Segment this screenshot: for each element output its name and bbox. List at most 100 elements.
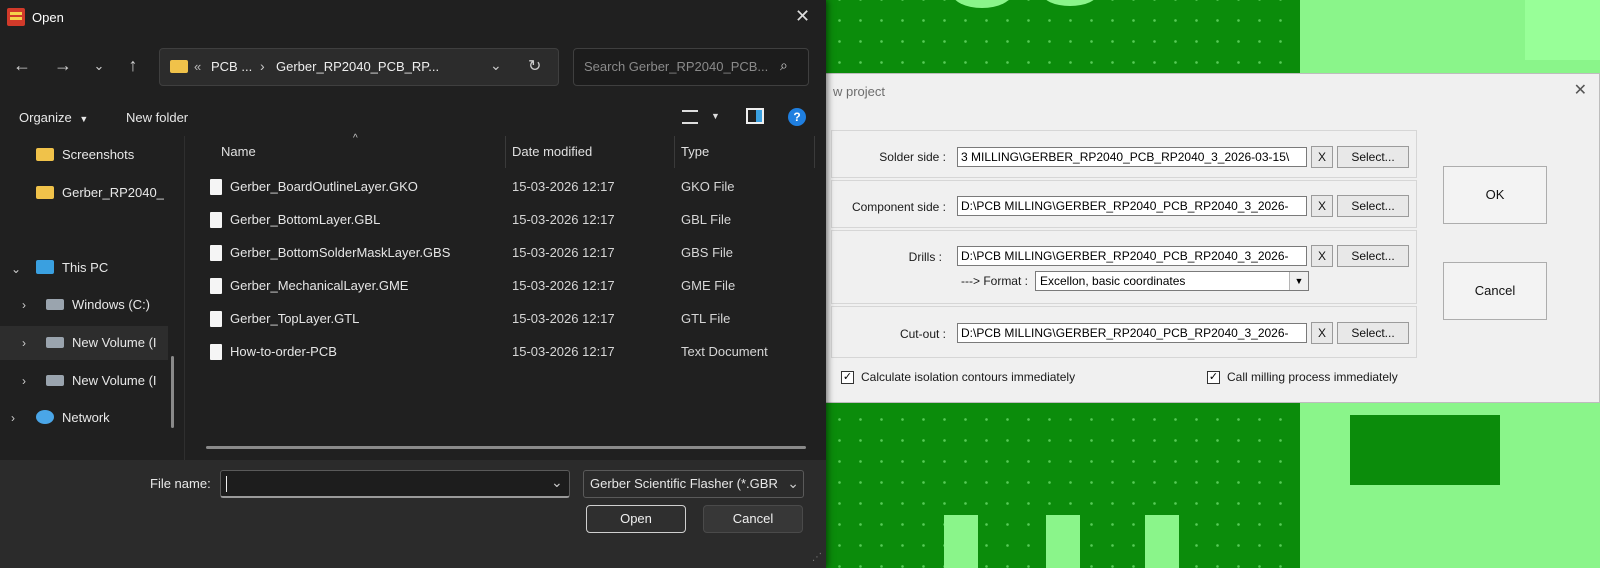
solder-side-clear-button[interactable]: X xyxy=(1311,146,1333,168)
nav-item-label: New Volume (I xyxy=(72,373,157,388)
nav-item-label: Gerber_RP2040_ xyxy=(62,185,164,200)
column-divider[interactable] xyxy=(814,136,815,168)
file-row[interactable]: Gerber_MechanicalLayer.GME 15-03-2026 12… xyxy=(200,270,814,303)
chevron-down-icon[interactable]: ▼ xyxy=(1289,272,1308,290)
new-folder-button[interactable]: New folder xyxy=(126,110,188,125)
component-side-path[interactable]: D:\PCB MILLING\GERBER_RP2040_PCB_RP2040_… xyxy=(957,196,1307,216)
chevron-down-icon: ⌄ xyxy=(783,471,799,496)
expand-chevron-icon[interactable]: › xyxy=(22,336,26,350)
drills-select-button[interactable]: Select... xyxy=(1337,245,1409,267)
search-placeholder: Search Gerber_RP2040_PCB... xyxy=(584,59,769,74)
file-date: 15-03-2026 12:17 xyxy=(512,278,615,293)
file-type: Text Document xyxy=(681,344,768,359)
dialog-title: w project xyxy=(833,84,886,99)
solder-side-label: Solder side : xyxy=(879,150,946,164)
nav-item-screenshots[interactable]: Screenshots xyxy=(36,147,134,162)
file-row[interactable]: Gerber_BottomLayer.GBL 15-03-2026 12:17 … xyxy=(200,204,814,237)
column-header-date[interactable]: Date modified xyxy=(512,144,592,159)
file-date: 15-03-2026 12:17 xyxy=(512,179,615,194)
open-button[interactable]: Open xyxy=(586,505,686,533)
cancel-button[interactable]: Cancel xyxy=(703,505,803,533)
cutout-clear-button[interactable]: X xyxy=(1311,322,1333,344)
drills-clear-button[interactable]: X xyxy=(1311,245,1333,267)
component-side-clear-button[interactable]: X xyxy=(1311,195,1333,217)
file-name: Gerber_MechanicalLayer.GME xyxy=(230,278,409,293)
file-row[interactable]: How-to-order-PCB 15-03-2026 12:17 Text D… xyxy=(200,336,814,369)
search-icon[interactable]: ⌕ xyxy=(780,57,788,74)
nav-scrollbar[interactable] xyxy=(171,356,174,428)
cancel-button[interactable]: Cancel xyxy=(1443,262,1547,320)
new-project-dialog: w project ✕ Solder side : 3 MILLING\GERB… xyxy=(822,73,1600,403)
search-box[interactable]: Search Gerber_RP2040_PCB... ⌕ xyxy=(573,48,809,86)
address-dropdown-icon[interactable]: ⌄ xyxy=(490,57,502,74)
format-select[interactable]: Excellon, basic coordinates ▼ xyxy=(1035,271,1309,291)
file-name-input[interactable]: ⌄ xyxy=(220,470,570,498)
file-name: Gerber_TopLayer.GTL xyxy=(230,311,360,326)
file-type: GKO File xyxy=(681,179,735,194)
breadcrumb-gerber[interactable]: Gerber_RP2040_PCB_RP... xyxy=(276,59,439,74)
cutout-path[interactable]: D:\PCB MILLING\GERBER_RP2040_PCB_RP2040_… xyxy=(957,323,1307,343)
call-milling-checkbox[interactable]: ✓ xyxy=(1207,371,1220,384)
pc-icon xyxy=(36,260,54,274)
component-side-select-button[interactable]: Select... xyxy=(1337,195,1409,217)
file-type: GME File xyxy=(681,278,736,293)
forward-arrow-icon[interactable]: → xyxy=(52,55,74,76)
nav-item-network[interactable]: Network xyxy=(36,410,110,425)
file-type: GTL File xyxy=(681,311,731,326)
expand-chevron-icon[interactable]: › xyxy=(22,374,26,388)
column-divider[interactable] xyxy=(674,136,675,168)
breadcrumb-pcb[interactable]: PCB ... xyxy=(211,59,252,74)
solder-side-path[interactable]: 3 MILLING\GERBER_RP2040_PCB_RP2040_3_202… xyxy=(957,147,1307,167)
organize-button[interactable]: Organize ▼ xyxy=(19,110,88,125)
column-header-type[interactable]: Type xyxy=(681,144,709,159)
drills-path[interactable]: D:\PCB MILLING\GERBER_RP2040_PCB_RP2040_… xyxy=(957,246,1307,266)
close-icon[interactable]: ✕ xyxy=(795,6,810,27)
app-icon xyxy=(7,8,25,26)
file-icon xyxy=(210,344,222,360)
open-file-dialog: Open ✕ ← → ⌄ ↑ « PCB ... › Gerber_RP2040… xyxy=(0,0,826,568)
preview-pane-icon[interactable] xyxy=(746,108,764,124)
column-header-name[interactable]: Name xyxy=(221,144,256,159)
file-type-select[interactable]: Gerber Scientific Flasher (*.GBR ⌄ xyxy=(583,470,804,498)
file-row[interactable]: Gerber_BottomSolderMaskLayer.GBS 15-03-2… xyxy=(200,237,814,270)
nav-item-gerber-folder[interactable]: Gerber_RP2040_ xyxy=(36,185,164,200)
expand-chevron-icon[interactable]: › xyxy=(11,411,15,425)
address-bar[interactable]: « PCB ... › Gerber_RP2040_PCB_RP... ⌄ ↻ xyxy=(159,48,559,86)
refresh-icon[interactable]: ↻ xyxy=(528,56,541,76)
calc-isolation-checkbox[interactable]: ✓ xyxy=(841,371,854,384)
ok-button[interactable]: OK xyxy=(1443,166,1547,224)
help-icon[interactable]: ? xyxy=(788,108,806,126)
solder-side-select-button[interactable]: Select... xyxy=(1337,146,1409,168)
format-value: Excellon, basic coordinates xyxy=(1040,274,1186,288)
file-row[interactable]: Gerber_TopLayer.GTL 15-03-2026 12:17 GTL… xyxy=(200,303,814,336)
nav-item-label: Network xyxy=(62,410,110,425)
recent-chevron-icon[interactable]: ⌄ xyxy=(88,58,110,74)
file-list-scrollbar[interactable] xyxy=(206,446,806,449)
component-side-label: Component side : xyxy=(851,200,946,214)
expand-chevron-icon[interactable]: › xyxy=(22,298,26,312)
resize-grip-icon[interactable]: ⋰ xyxy=(812,552,822,563)
up-arrow-icon[interactable]: ↑ xyxy=(122,55,144,76)
expand-chevron-icon[interactable]: ⌄ xyxy=(11,262,21,276)
close-icon[interactable]: ✕ xyxy=(1574,80,1587,100)
view-options-icon[interactable] xyxy=(682,110,698,124)
pcb-pad xyxy=(1046,515,1080,568)
file-name: Gerber_BottomSolderMaskLayer.GBS xyxy=(230,245,451,260)
chevron-down-icon[interactable]: ⌄ xyxy=(551,474,563,491)
nav-item-new-volume-1[interactable]: New Volume (I xyxy=(46,335,157,350)
cutout-select-button[interactable]: Select... xyxy=(1337,322,1409,344)
file-name-label: File name: xyxy=(150,476,211,491)
back-arrow-icon[interactable]: ← xyxy=(11,55,33,76)
drive-icon xyxy=(46,337,64,348)
file-row[interactable]: Gerber_BoardOutlineLayer.GKO 15-03-2026 … xyxy=(200,171,814,204)
column-divider[interactable] xyxy=(505,136,506,168)
breadcrumb-separator: › xyxy=(260,58,265,74)
folder-icon xyxy=(36,148,54,161)
file-type: GBS File xyxy=(681,245,734,260)
pcb-trace xyxy=(1350,415,1500,485)
nav-item-new-volume-2[interactable]: New Volume (I xyxy=(46,373,157,388)
file-name: Gerber_BottomLayer.GBL xyxy=(230,212,381,227)
view-options-chevron-icon[interactable]: ▼ xyxy=(711,111,720,121)
nav-item-this-pc[interactable]: This PC xyxy=(36,260,108,275)
nav-item-windows-c[interactable]: Windows (C:) xyxy=(46,297,150,312)
